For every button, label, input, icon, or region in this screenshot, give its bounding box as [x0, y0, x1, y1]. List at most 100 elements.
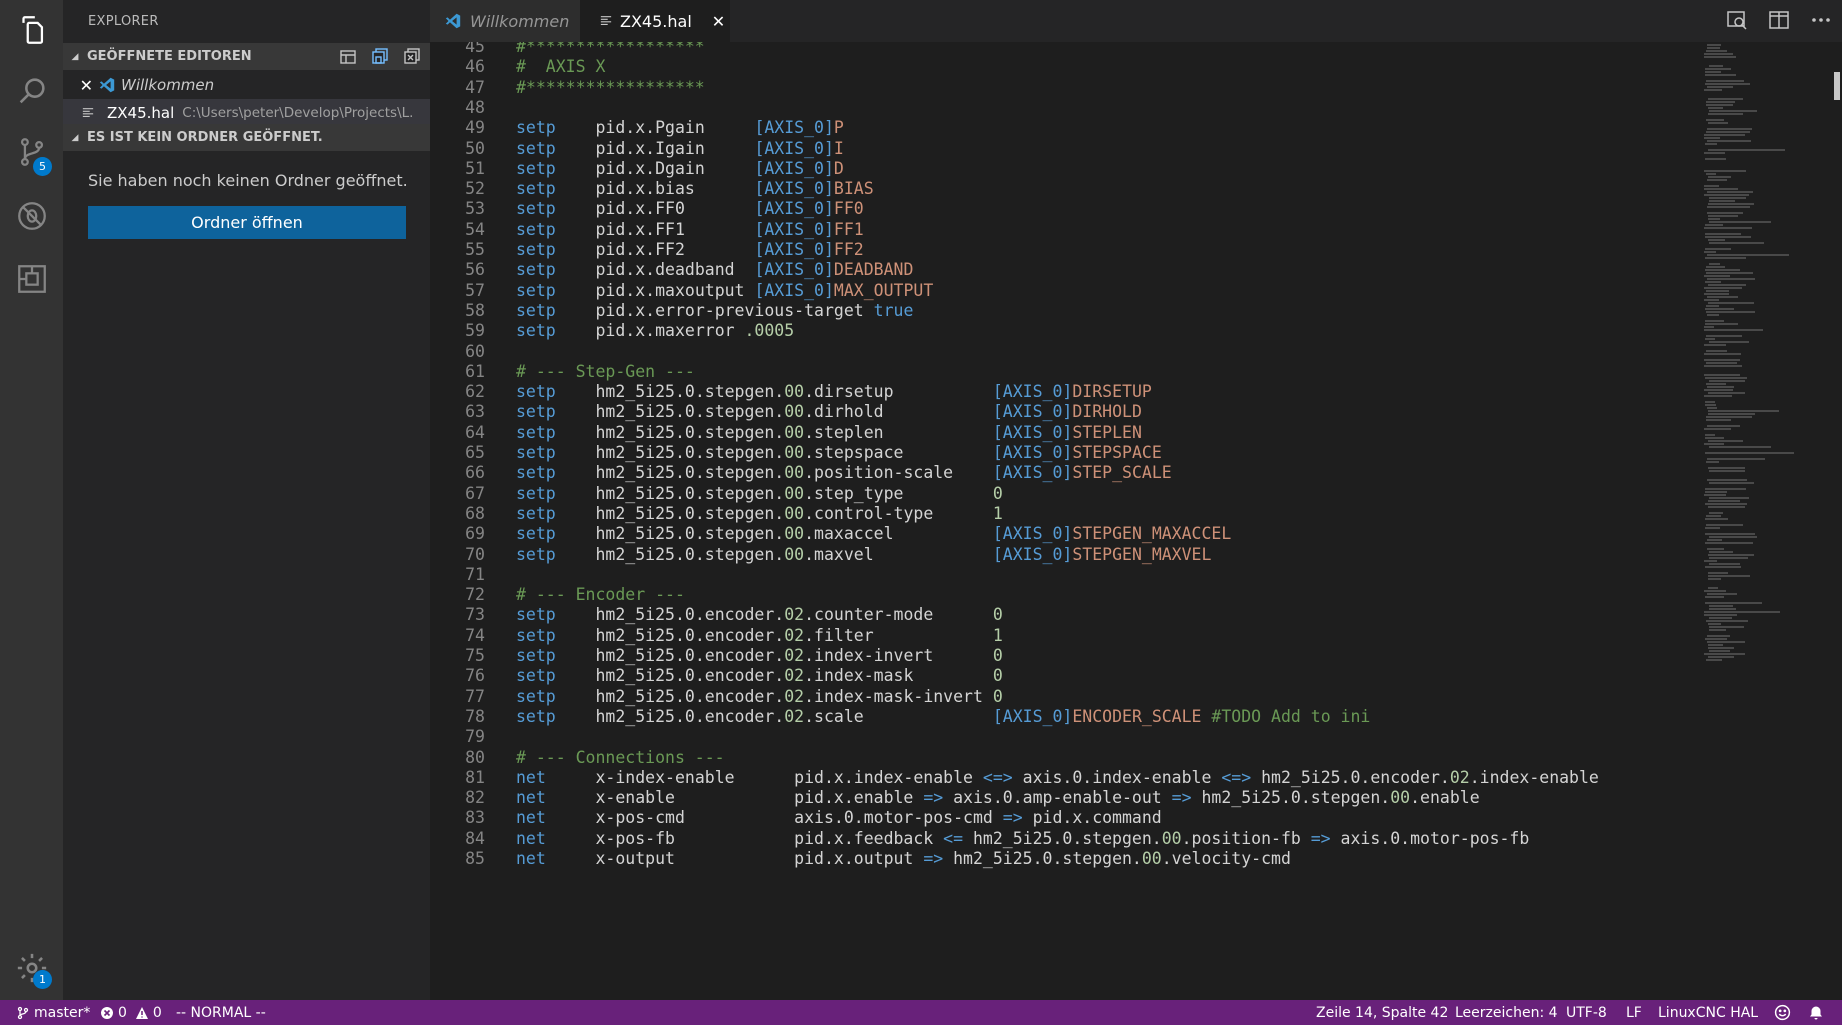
code-token: .control-type — [804, 503, 993, 523]
minimap-line — [1709, 617, 1732, 619]
code-token: pid.x.maxerror — [555, 321, 745, 341]
minimap-line — [1705, 236, 1751, 238]
minimap-line — [1705, 68, 1731, 70]
git-branch-indicator[interactable]: master* — [16, 1000, 90, 1025]
code-token: 00 — [784, 483, 805, 503]
code-token: 00 — [784, 524, 805, 544]
minimap-line — [1707, 539, 1722, 541]
error-count: 0 — [118, 1004, 127, 1021]
extensions-icon[interactable] — [0, 249, 63, 309]
save-all-icon[interactable] — [370, 46, 390, 70]
minimap-line — [1705, 566, 1741, 568]
language-mode[interactable]: LinuxCNC HAL — [1658, 1000, 1758, 1025]
minimap-line — [1709, 650, 1730, 652]
open-preview-icon[interactable] — [1726, 9, 1748, 35]
tab-zx45[interactable]: ZX45.hal ✕ — [580, 0, 730, 42]
no-folder-header[interactable]: ◢ ES IST KEIN ORDNER GEÖFFNET. — [63, 124, 430, 151]
minimap-line — [1704, 614, 1737, 616]
close-icon[interactable]: ✕ — [63, 76, 93, 95]
cursor-position[interactable]: Zeile 14, Spalte 42 — [1316, 1000, 1448, 1025]
open-editor-item-willkommen[interactable]: ✕ Willkommen — [63, 71, 430, 99]
minimap-line — [1704, 653, 1745, 655]
code-token: # --- Encoder --- — [516, 585, 685, 605]
encoding-setting[interactable]: UTF-8 — [1566, 1000, 1607, 1025]
code-token: 0 — [992, 483, 1003, 503]
minimap-line — [1708, 113, 1743, 115]
open-editor-name: ZX45.hal — [107, 104, 175, 122]
minimap-line — [1707, 641, 1745, 643]
code-token: setp — [516, 219, 556, 239]
tab-label: Willkommen — [470, 11, 570, 31]
minimap-line — [1706, 80, 1744, 82]
open-editors-header[interactable]: ◢ GEÖFFNETE EDITOREN — [63, 43, 430, 70]
code-token: pid.x.Pgain — [555, 118, 755, 138]
minimap-line — [1708, 413, 1755, 415]
code-token: net — [516, 808, 546, 828]
close-all-icon[interactable] — [402, 46, 422, 70]
minimap-line — [1704, 137, 1720, 139]
split-editor-icon[interactable] — [1768, 9, 1790, 35]
minimap-line — [1705, 491, 1727, 493]
vertical-scrollbar[interactable] — [1832, 42, 1842, 1000]
search-icon[interactable] — [0, 61, 63, 121]
line-number: 85 — [465, 849, 485, 868]
code-token: STEPGEN_MAXACCEL — [1072, 524, 1232, 544]
line-ending-setting[interactable]: LF — [1626, 1000, 1642, 1025]
code-token: 02 — [784, 646, 805, 665]
feedback-smiley-icon[interactable] — [1774, 1000, 1791, 1025]
code-token: pid.x.maxoutput — [555, 280, 755, 300]
minimap-line — [1708, 284, 1746, 286]
minimap-line — [1704, 227, 1752, 229]
editor-tabbar: Willkommen ZX45.hal ✕ — [430, 0, 1842, 42]
minimap-line — [1708, 302, 1754, 304]
more-actions-icon[interactable] — [1810, 9, 1832, 35]
code-token: net — [516, 767, 546, 787]
minimap-line — [1709, 497, 1749, 499]
minimap-line — [1707, 314, 1719, 316]
minimap-line — [1705, 542, 1753, 544]
code-token: x-index-enable pid.x.index-enable — [545, 767, 983, 787]
scrollbar-thumb[interactable] — [1834, 72, 1840, 100]
settings-gear-icon[interactable] — [0, 938, 63, 998]
minimap-line — [1708, 578, 1721, 580]
no-folder-message: Sie haben noch keinen Ordner geöffnet. — [88, 171, 408, 190]
minimap-line — [1707, 407, 1717, 409]
minimap-line — [1708, 176, 1731, 178]
minimap-line — [1704, 590, 1726, 592]
code-token: hm2_5i25.0.stepgen. — [555, 483, 785, 503]
code-token: 00 — [784, 443, 805, 462]
minimap-line — [1704, 185, 1719, 187]
code-token: .velocity-cmd — [1161, 849, 1291, 868]
minimap-line — [1709, 200, 1735, 202]
indentation-setting[interactable]: Leerzeichen: 4 — [1455, 1000, 1558, 1025]
minimap-line — [1709, 197, 1746, 199]
minimap-line — [1705, 320, 1724, 322]
code-token: 00 — [1390, 788, 1411, 808]
explorer-icon[interactable] — [0, 0, 63, 60]
minimap-line — [1704, 389, 1733, 391]
debug-icon[interactable] — [0, 186, 63, 246]
minimap-line — [1706, 524, 1743, 526]
code-token: 02 — [784, 686, 805, 706]
code-token: setp — [516, 422, 556, 442]
code-token: x-output pid.x.output — [545, 849, 924, 868]
close-icon[interactable]: ✕ — [712, 12, 725, 31]
problems-indicator[interactable]: 0 0 — [100, 1000, 162, 1025]
minimap-line — [1708, 203, 1754, 205]
open-editor-item-zx45[interactable]: ZX45.hal C:\Users\peter\Develop\Projects… — [63, 99, 430, 127]
new-untitled-file-icon[interactable] — [338, 46, 358, 70]
code-editor[interactable]: 45 #****************** 46 # AXIS X 47 #******… — [430, 42, 1842, 1000]
tab-willkommen[interactable]: Willkommen — [430, 0, 580, 42]
branch-name: master* — [34, 1004, 91, 1021]
minimap-line — [1704, 428, 1731, 430]
source-control-icon[interactable] — [0, 122, 63, 182]
code-token: hm2_5i25.0.stepgen. — [555, 422, 785, 442]
code-token: => — [1310, 828, 1331, 848]
minimap[interactable] — [1702, 42, 1832, 662]
code-token: [AXIS_0] — [754, 240, 834, 259]
code-line[interactable]: 85 net x-output pid.x.output => hm2_5i25.… — [430, 847, 1700, 871]
minimap-line — [1709, 446, 1771, 448]
notifications-bell-icon[interactable] — [1808, 1000, 1824, 1025]
code-token: D — [833, 158, 844, 178]
open-folder-button[interactable]: Ordner öffnen — [88, 206, 406, 239]
